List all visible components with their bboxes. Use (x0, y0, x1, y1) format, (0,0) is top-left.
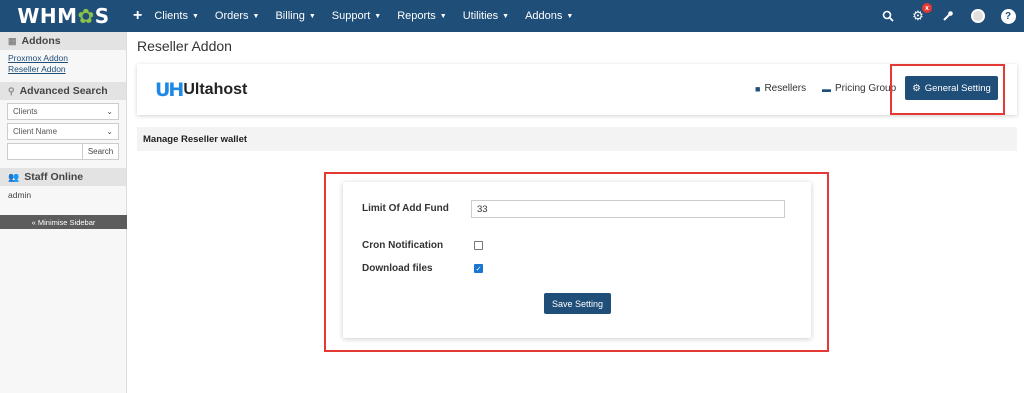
settings-form: Limit Of Add Fund 33 Cron Notification D… (343, 182, 811, 338)
cron-notification-checkbox[interactable] (474, 241, 483, 250)
nav-support[interactable]: Support ▼ (332, 10, 381, 22)
tab-pricing-group[interactable]: ▬ Pricing Group (822, 83, 896, 94)
section-title: Manage Reseller wallet (137, 127, 1017, 151)
tab-resellers[interactable]: ■ Resellers (755, 83, 806, 94)
money-icon: ▬ (822, 83, 831, 94)
sidebar: ▦ Addons Proxmox Addon Reseller Addon ⚲ Ad… (0, 32, 127, 393)
advanced-search-heading: ⚲ Advanced Search (0, 82, 126, 100)
nav-utilities[interactable]: Utilities ▼ (463, 10, 509, 22)
nav-orders[interactable]: Orders ▼ (215, 10, 260, 22)
users-icon: 👥 (8, 171, 20, 182)
search-field-select[interactable]: Client Name ⌄ (7, 123, 119, 140)
cog-icon[interactable]: ⚙ x (910, 3, 932, 24)
sidebar-link-reseller[interactable]: Reseller Addon (0, 64, 126, 75)
whmcs-logo[interactable]: WHM ✿ S (0, 0, 127, 32)
search-type-select[interactable]: Clients ⌄ (7, 103, 119, 120)
add-new-icon[interactable]: + (133, 7, 142, 25)
notification-badge: x (922, 3, 932, 13)
help-icon[interactable]: ? (1000, 8, 1016, 24)
nav-billing[interactable]: Billing ▼ (275, 10, 315, 22)
limit-label: Limit Of Add Fund (362, 203, 449, 214)
top-navbar: WHM ✿ S + Clients ▼ Orders ▼ Billing ▼ Suppor… (0, 0, 1024, 32)
search-icon[interactable] (880, 8, 896, 24)
highlight-box (890, 64, 1005, 115)
binoculars-icon: ⚲ (8, 85, 15, 96)
wrench-icon[interactable] (940, 8, 956, 24)
minimise-sidebar-button[interactable]: « Minimise Sidebar (0, 215, 127, 229)
page-title: Reseller Addon (137, 38, 232, 54)
nav-addons[interactable]: Addons ▼ (525, 10, 573, 22)
bag-icon: ■ (755, 83, 761, 94)
addon-header-card: UH Ultahost ■ Resellers ▬ Pricing Group ⚙ Ge… (137, 64, 1017, 115)
box-icon: ▦ (8, 35, 17, 46)
download-files-label: Download files (362, 263, 433, 274)
nav-reports[interactable]: Reports ▼ (397, 10, 446, 22)
staff-online-heading: 👥 Staff Online (0, 168, 126, 186)
search-input[interactable] (7, 143, 83, 160)
chevron-down-icon: ⌄ (106, 127, 113, 136)
search-button[interactable]: Search (83, 143, 119, 160)
save-setting-button[interactable]: Save Setting (544, 293, 611, 314)
download-files-checkbox[interactable]: ✓ (474, 264, 483, 273)
cron-notification-label: Cron Notification (362, 240, 444, 251)
chevron-down-icon: ⌄ (106, 107, 113, 116)
sidebar-search: Search (7, 143, 119, 160)
addons-heading: ▦ Addons (0, 32, 126, 50)
staff-user: admin (8, 190, 32, 200)
ultahost-logo: UH Ultahost (155, 79, 248, 101)
avatar[interactable] (970, 8, 986, 24)
limit-of-add-fund-input[interactable]: 33 (471, 200, 785, 218)
nav-clients[interactable]: Clients ▼ (154, 10, 199, 22)
sidebar-link-proxmox[interactable]: Proxmox Addon (0, 53, 126, 64)
